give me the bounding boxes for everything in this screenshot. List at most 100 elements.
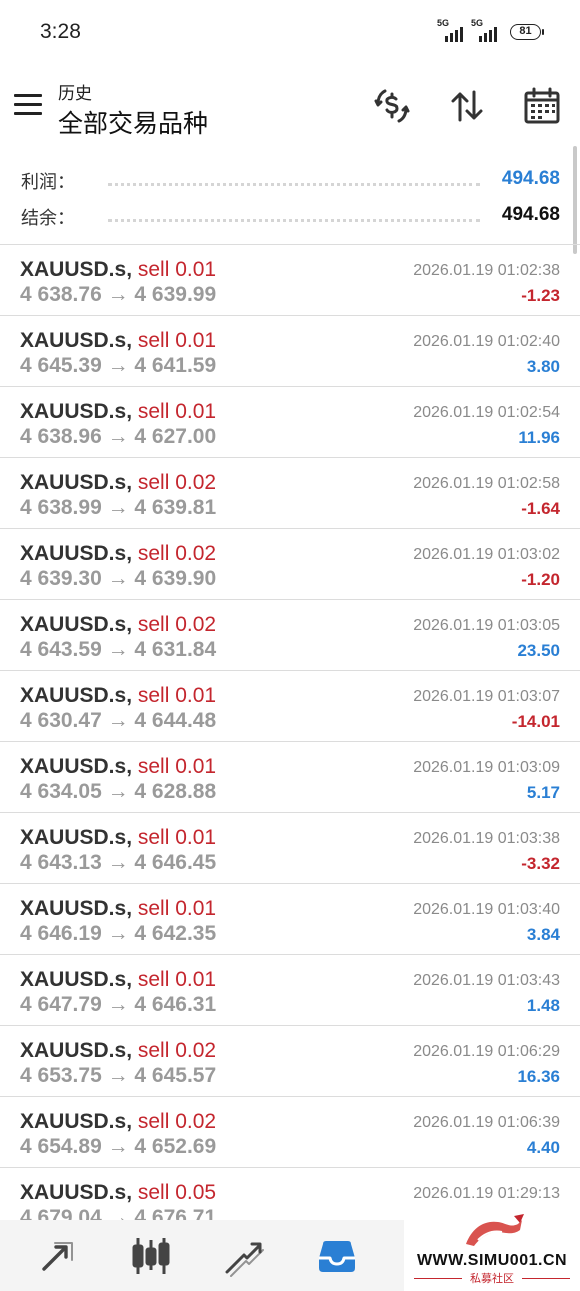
symbol-filter-title[interactable]: 全部交易品种 <box>58 104 208 140</box>
trade-row[interactable]: XAUUSD.s, sell 0.02 4 653.75 → 4 645.57 20… <box>0 1026 580 1097</box>
trade-row[interactable]: XAUUSD.s, sell 0.02 4 639.30 → 4 639.90 20… <box>0 529 580 600</box>
trade-prices: 4 639.30 → 4 639.90 <box>20 567 217 590</box>
trade-symbol: XAUUSD.s, <box>20 613 133 636</box>
trade-time: 2026.01.19 01:03:40 <box>413 901 560 918</box>
trade-time: 2026.01.19 01:02:58 <box>413 475 560 492</box>
profit-row: 利润： 494.68 <box>0 160 580 196</box>
header-subtitle: 历史 <box>58 84 92 103</box>
trade-row[interactable]: XAUUSD.s, sell 0.01 4 638.96 → 4 627.00 20… <box>0 387 580 458</box>
trade-symbol: XAUUSD.s, <box>20 1039 133 1062</box>
trade-title: XAUUSD.s, sell 0.01 <box>20 400 216 424</box>
trade-symbol: XAUUSD.s, <box>20 897 133 920</box>
trade-prices: 4 638.96 → 4 627.00 <box>20 425 217 448</box>
trade-action: sell 0.01 <box>137 329 217 352</box>
trade-profit: -1.23 <box>521 286 560 305</box>
trade-profit: -3.32 <box>521 854 560 873</box>
trade-action: sell 0.02 <box>137 1110 217 1133</box>
trade-time: 2026.01.19 01:29:13 <box>413 1185 560 1202</box>
profit-label: 利润： <box>21 172 75 192</box>
trade-title: XAUUSD.s, sell 0.01 <box>20 329 216 353</box>
watermark-caption: 私募社区 <box>470 1273 514 1285</box>
chart-icon[interactable] <box>129 1234 173 1278</box>
trade-row[interactable]: XAUUSD.s, sell 0.02 4 638.99 → 4 639.81 20… <box>0 458 580 529</box>
trade-action: sell 0.01 <box>137 400 217 423</box>
trade-time: 2026.01.19 01:06:29 <box>413 1043 560 1060</box>
calendar-icon[interactable] <box>522 86 562 126</box>
sort-icon[interactable] <box>447 86 487 126</box>
trade-profit: 4.40 <box>526 1138 560 1157</box>
profit-value: 494.68 <box>501 168 560 189</box>
watermark-logo <box>466 1214 524 1246</box>
trade-time: 2026.01.19 01:03:07 <box>413 688 560 705</box>
trade-row[interactable]: XAUUSD.s, sell 0.02 4 654.89 → 4 652.69 20… <box>0 1097 580 1168</box>
trade-time: 2026.01.19 01:02:38 <box>413 262 560 279</box>
trade-prices: 4 638.76 → 4 639.99 <box>20 283 217 306</box>
trade-title: XAUUSD.s, sell 0.01 <box>20 968 216 992</box>
trade-profit: 23.50 <box>517 641 560 660</box>
trade-symbol: XAUUSD.s, <box>20 542 133 565</box>
scrollbar[interactable] <box>573 146 577 254</box>
currency-exchange-icon[interactable] <box>372 86 412 126</box>
trade-action: sell 0.01 <box>137 897 217 920</box>
balance-label: 结余： <box>21 208 75 228</box>
balance-row: 结余： 494.68 <box>0 196 580 232</box>
trade-time: 2026.01.19 01:03:43 <box>413 972 560 989</box>
trade-row[interactable]: XAUUSD.s, sell 0.01 4 646.19 → 4 642.35 20… <box>0 884 580 955</box>
trade-row[interactable]: XAUUSD.s, sell 0.01 4 647.79 → 4 646.31 20… <box>0 955 580 1026</box>
trade-profit: 1.48 <box>526 996 560 1015</box>
trade-symbol: XAUUSD.s, <box>20 968 133 991</box>
trade-action: sell 0.01 <box>137 755 217 778</box>
trade-time: 2026.01.19 01:06:39 <box>413 1114 560 1131</box>
trade-prices: 4 653.75 → 4 645.57 <box>20 1064 217 1087</box>
trade-profit: 11.96 <box>518 428 560 447</box>
quotes-icon[interactable] <box>36 1234 80 1278</box>
trade-time: 2026.01.19 01:03:05 <box>413 617 560 634</box>
signal-1-icon: 5G <box>437 18 467 44</box>
account-summary: 利润： 494.68 结余： 494.68 <box>0 156 580 244</box>
trade-prices: 4 634.05 → 4 628.88 <box>20 780 217 803</box>
signal-2-icon: 5G <box>471 18 501 44</box>
trade-prices: 4 654.89 → 4 652.69 <box>20 1135 217 1158</box>
menu-icon[interactable] <box>14 94 42 116</box>
trade-title: XAUUSD.s, sell 0.01 <box>20 897 216 921</box>
trade-symbol: XAUUSD.s, <box>20 471 133 494</box>
trade-prices: 4 643.59 → 4 631.84 <box>20 638 217 661</box>
trade-row[interactable]: XAUUSD.s, sell 0.02 4 643.59 → 4 631.84 20… <box>0 600 580 671</box>
app-header: 历史 全部交易品种 <box>0 64 580 148</box>
trade-profit: -1.20 <box>521 570 560 589</box>
trade-symbol: XAUUSD.s, <box>20 826 133 849</box>
trade-prices: 4 679.04 → 4 676.71 <box>20 1206 217 1220</box>
trade-profit: 16.36 <box>517 1067 560 1086</box>
trade-title: XAUUSD.s, sell 0.02 <box>20 613 216 637</box>
trade-row[interactable]: XAUUSD.s, sell 0.01 4 643.13 → 4 646.45 20… <box>0 813 580 884</box>
trade-title: XAUUSD.s, sell 0.02 <box>20 1039 216 1063</box>
dotted-leader <box>108 219 480 222</box>
trade-title: XAUUSD.s, sell 0.01 <box>20 755 216 779</box>
trade-prices: 4 646.19 → 4 642.35 <box>20 922 217 945</box>
trade-profit: -1.64 <box>521 499 560 518</box>
trade-row[interactable]: XAUUSD.s, sell 0.01 4 634.05 → 4 628.88 20… <box>0 742 580 813</box>
trade-title: XAUUSD.s, sell 0.02 <box>20 471 216 495</box>
watermark-site: WWW.SIMU001.CN <box>416 1252 568 1269</box>
trade-title: XAUUSD.s, sell 0.01 <box>20 258 216 282</box>
trade-icon[interactable] <box>222 1234 266 1278</box>
trade-action: sell 0.02 <box>137 471 217 494</box>
trade-action: sell 0.02 <box>137 542 217 565</box>
trade-row[interactable]: XAUUSD.s, sell 0.01 4 645.39 → 4 641.59 20… <box>0 316 580 387</box>
trade-action: sell 0.02 <box>137 613 217 636</box>
trade-action: sell 0.01 <box>137 684 217 707</box>
trade-row[interactable]: XAUUSD.s, sell 0.01 4 638.76 → 4 639.99 20… <box>0 245 580 316</box>
trade-history-list[interactable]: XAUUSD.s, sell 0.01 4 638.76 → 4 639.99 20… <box>0 244 580 1220</box>
trade-time: 2026.01.19 01:03:38 <box>413 830 560 847</box>
trade-profit: 3.80 <box>526 357 560 376</box>
trade-time: 2026.01.19 01:02:54 <box>413 404 560 421</box>
trade-action: sell 0.02 <box>137 1039 217 1062</box>
trade-prices: 4 647.79 → 4 646.31 <box>20 993 217 1016</box>
battery-icon: 81 <box>510 24 544 40</box>
trade-title: XAUUSD.s, sell 0.05 <box>20 1181 216 1205</box>
trade-row[interactable]: XAUUSD.s, sell 0.01 4 630.47 → 4 644.48 20… <box>0 671 580 742</box>
trade-prices: 4 643.13 → 4 646.45 <box>20 851 217 874</box>
trade-title: XAUUSD.s, sell 0.01 <box>20 826 216 850</box>
history-icon[interactable] <box>315 1234 359 1278</box>
watermark: WWW.SIMU001.CN 私募社区 <box>404 1208 580 1291</box>
